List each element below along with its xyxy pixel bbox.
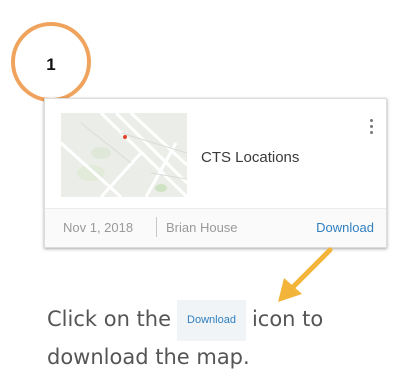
map-card[interactable]: CTS Locations Nov 1, 2018 Brian House Do… [44, 98, 387, 248]
kebab-menu-icon[interactable] [366, 119, 376, 141]
instruction-text: Click on the Download icon to download the… [47, 300, 407, 374]
inline-download-button: Download [177, 300, 246, 341]
instruction-before: Click on the [47, 307, 172, 331]
footer-divider [156, 217, 157, 237]
map-thumbnail[interactable] [61, 113, 187, 197]
pointer-arrow-icon [278, 247, 333, 302]
card-footer: Nov 1, 2018 Brian House Download [45, 208, 386, 247]
step-number: 1 [46, 55, 56, 74]
card-author: Brian House [166, 220, 238, 235]
download-button[interactable]: Download [316, 220, 374, 235]
step-number-badge: 1 [11, 22, 91, 102]
card-title[interactable]: CTS Locations [201, 149, 299, 166]
card-date: Nov 1, 2018 [63, 220, 134, 235]
